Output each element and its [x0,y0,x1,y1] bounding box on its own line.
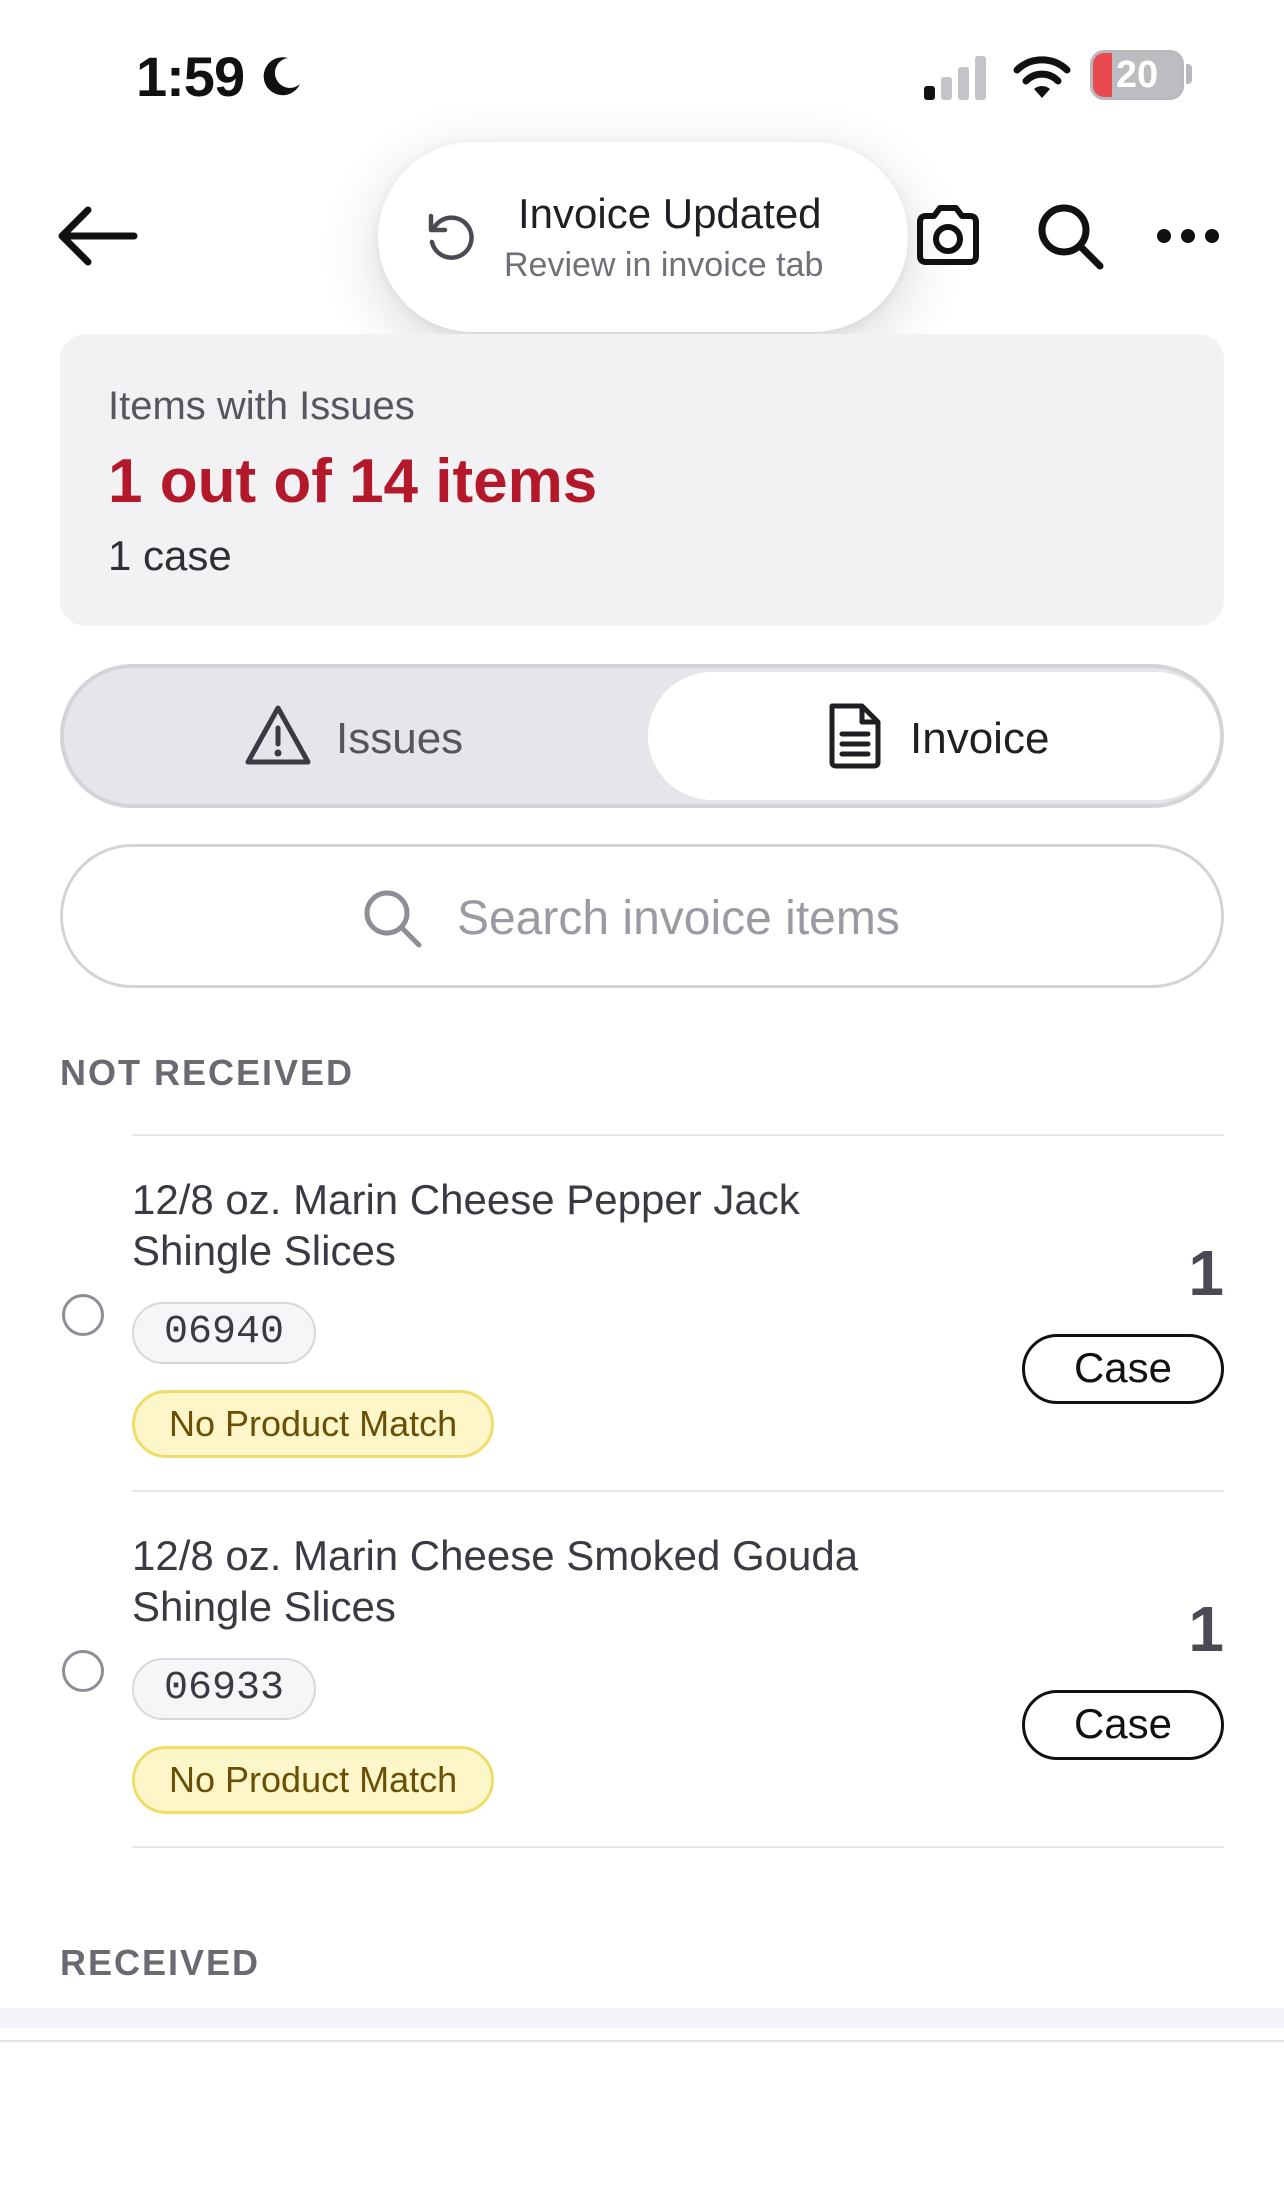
list-item[interactable]: 12/8 oz. Marin Cheese Pepper Jack Shingl… [0,1136,1284,1490]
tab-issues-label: Issues [336,714,464,763]
battery-indicator: 20 [1090,50,1184,100]
warning-icon [245,705,311,765]
more-options-icon[interactable] [1156,216,1220,256]
battery-nub [1186,64,1192,84]
section-title-not-received: NOT RECEIVED [60,1052,355,1093]
wifi-icon [1013,56,1071,98]
cellular-signal-icon [924,56,986,100]
search-icon [364,890,422,948]
section-title-received: RECEIVED [60,1942,261,1983]
status-badge: No Product Match [132,1746,495,1814]
refresh-icon [428,213,474,260]
tab-issues[interactable]: Issues [64,668,644,804]
search-input[interactable] [455,883,1099,953]
invoice-search-field[interactable] [60,844,1224,988]
tab-invoice[interactable]: Invoice [648,672,1220,800]
status-time: 1:59 [136,45,245,108]
back-arrow-icon[interactable] [54,200,138,272]
document-icon [829,703,881,769]
item-quantity: 1 [1188,1593,1224,1665]
summary-cases: 1 case [108,532,232,579]
status-badge: No Product Match [132,1390,495,1458]
item-select-radio[interactable] [62,1650,104,1692]
summary-label: Items with Issues [108,384,415,428]
summary-count: 1 out of 14 items [108,447,598,516]
tab-invoice-label: Invoice [910,714,1050,763]
search-icon[interactable] [1032,198,1108,274]
issues-invoice-segmented-control: Issues Invoice [60,664,1224,808]
toast-subtitle: Review in invoice tab [504,246,824,284]
list-item[interactable]: 12/8 oz. Marin Cheese Smoked Gouda Shing… [0,1492,1284,1846]
item-quantity: 1 [1188,1237,1224,1309]
moon-icon [263,57,300,96]
issues-summary-card: Items with Issues 1 out of 14 items 1 ca… [60,334,1224,626]
bottom-divider [0,2040,1284,2042]
item-name: 12/8 oz. Marin Cheese Pepper Jack Shingl… [132,1176,800,1274]
battery-level: 20 [1115,54,1159,96]
invoice-updated-toast[interactable]: Invoice Updated Review in invoice tab [378,142,908,332]
unit-case-button[interactable]: Case [1022,1334,1224,1404]
divider [132,1846,1224,1848]
camera-icon[interactable] [912,200,984,272]
item-select-radio[interactable] [62,1294,104,1336]
item-sku: 06940 [132,1302,317,1364]
toast-title: Invoice Updated [518,190,822,237]
received-section-header-band [0,2008,1284,2028]
item-sku: 06933 [132,1658,317,1720]
item-name: 12/8 oz. Marin Cheese Smoked Gouda Shing… [132,1532,859,1630]
unit-case-button[interactable]: Case [1022,1690,1224,1760]
